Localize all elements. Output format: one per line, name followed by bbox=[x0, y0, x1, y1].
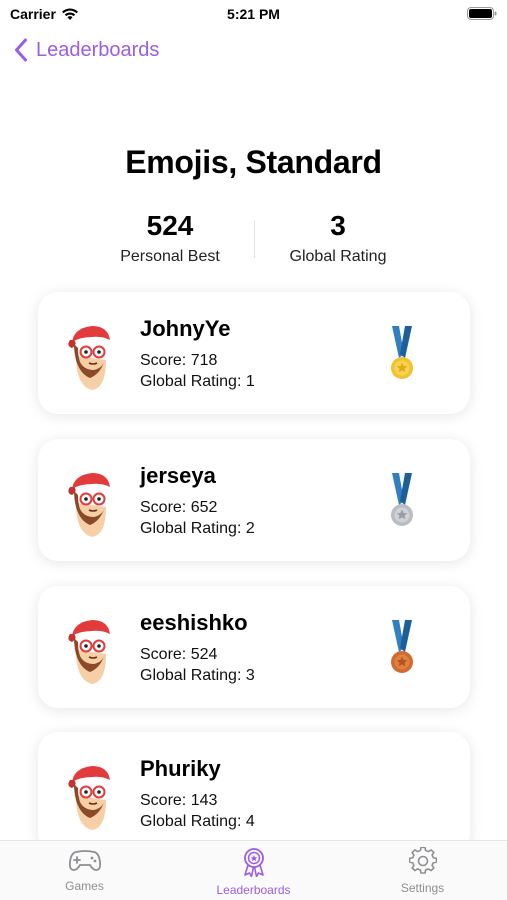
player-rating: Global Rating: 2 bbox=[140, 520, 255, 537]
clock: 5:21 PM bbox=[227, 6, 280, 22]
avatar-icon bbox=[68, 620, 110, 684]
player-score: Score: 718 bbox=[140, 352, 218, 369]
award-ribbon-icon bbox=[243, 848, 264, 877]
personal-best-stat: 524 Personal Best bbox=[86, 208, 254, 266]
avatar-icon bbox=[68, 473, 110, 537]
player-name: JohnyYe bbox=[140, 316, 231, 341]
player-name: Phuriky bbox=[140, 756, 221, 781]
avatar-icon bbox=[68, 766, 110, 830]
player-score: Score: 652 bbox=[140, 499, 218, 516]
global-rating-value: 3 bbox=[330, 210, 346, 241]
silver-medal-icon bbox=[391, 473, 413, 526]
back-button-label: Leaderboards bbox=[36, 38, 160, 61]
bronze-medal-icon bbox=[391, 620, 413, 673]
tab-settings[interactable]: Settings bbox=[338, 847, 507, 895]
tab-leaderboards-label: Leaderboards bbox=[216, 883, 291, 897]
chevron-left-icon bbox=[15, 38, 27, 62]
player-rating: Global Rating: 4 bbox=[140, 813, 255, 830]
tab-games-label: Games bbox=[65, 879, 104, 893]
gear-icon bbox=[408, 847, 437, 874]
personal-best-value: 524 bbox=[146, 210, 194, 241]
status-bar: Carrier 5:21 PM bbox=[0, 0, 507, 28]
page-title: Emojis, Standard bbox=[125, 144, 382, 180]
tab-bar: Games Leaderboards Settings bbox=[0, 840, 507, 900]
tab-games[interactable]: Games bbox=[0, 847, 169, 893]
leaderboard-entry[interactable]: JohnyYe Score: 718 Global Rating: 1 bbox=[38, 292, 470, 414]
avatar-icon bbox=[68, 326, 110, 390]
battery-icon bbox=[467, 7, 497, 20]
gold-medal-icon bbox=[391, 326, 413, 379]
leaderboard-entry[interactable]: eeshishko Score: 524 Global Rating: 3 bbox=[38, 586, 470, 708]
leaderboard-entry[interactable]: jerseya Score: 652 Global Rating: 2 bbox=[38, 439, 470, 561]
back-button[interactable]: Leaderboards bbox=[14, 38, 159, 62]
personal-best-label: Personal Best bbox=[120, 248, 220, 265]
player-score: Score: 524 bbox=[140, 646, 218, 663]
global-rating-label: Global Rating bbox=[289, 248, 387, 265]
player-name: jerseya bbox=[140, 463, 216, 488]
tab-leaderboards[interactable]: Leaderboards bbox=[169, 847, 338, 897]
gamepad-icon bbox=[68, 850, 101, 871]
stats-summary: 524 Personal Best 3 Global Rating bbox=[86, 208, 422, 274]
player-name: eeshishko bbox=[140, 610, 248, 635]
global-rating-stat: 3 Global Rating bbox=[254, 208, 422, 266]
player-score: Score: 143 bbox=[140, 792, 218, 809]
player-rating: Global Rating: 1 bbox=[140, 373, 255, 390]
player-rating: Global Rating: 3 bbox=[140, 667, 255, 684]
tab-settings-label: Settings bbox=[400, 881, 445, 895]
leaderboard-entry[interactable]: Phuriky Score: 143 Global Rating: 4 bbox=[38, 732, 470, 854]
